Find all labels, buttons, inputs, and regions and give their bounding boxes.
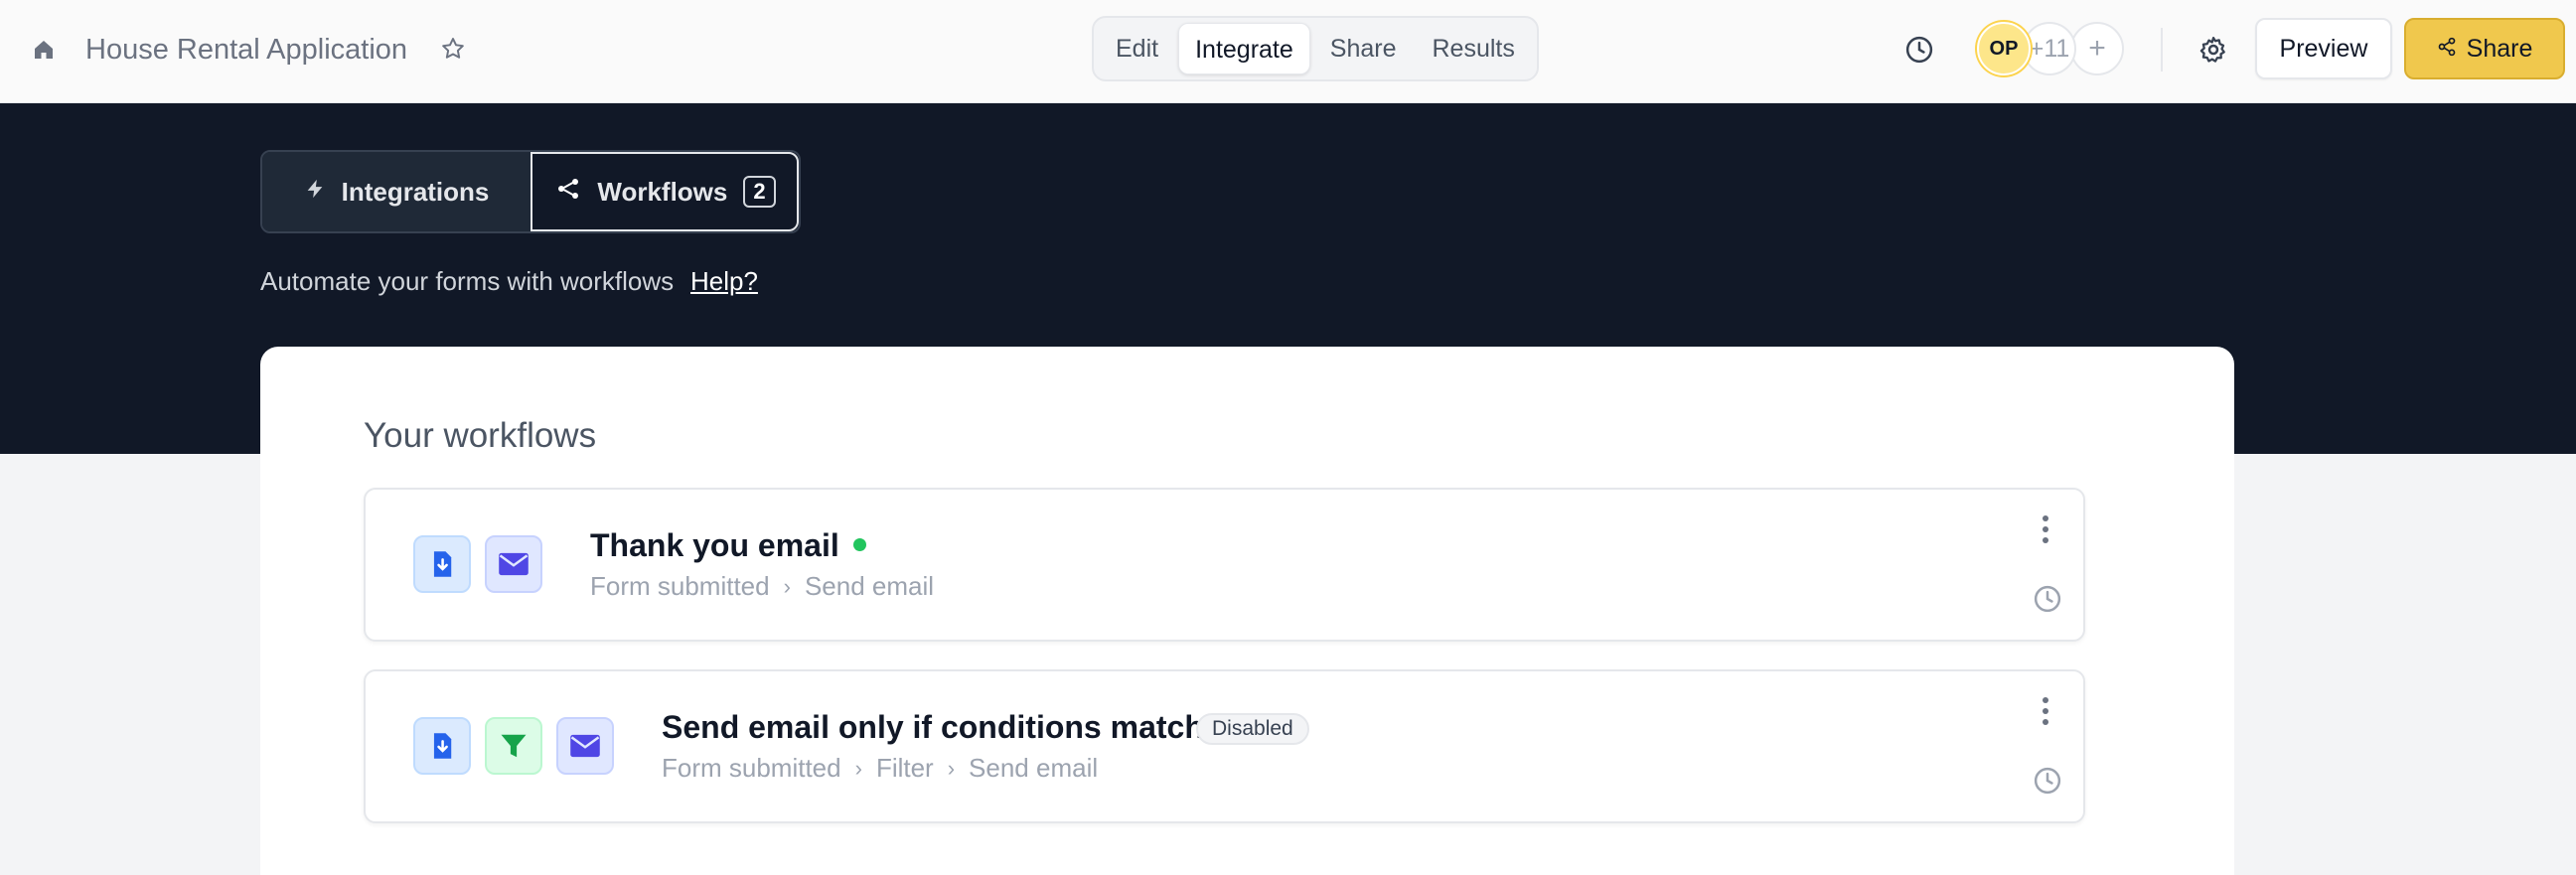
step-label: Send email [969,753,1099,783]
workflow-row[interactable]: Send email only if conditions match Disa… [364,669,2085,823]
envelope-icon [556,717,614,775]
tab-results[interactable]: Results [1417,23,1531,74]
integrations-workflows-toggle: Integrations Workflows 2 [260,150,801,233]
main-tabs: Edit Integrate Share Results [1092,16,1539,81]
hero-description: Automate your forms with workflows [260,266,675,296]
chevron-right-icon: › [783,573,791,599]
share-button[interactable]: Share [2404,18,2565,79]
workflow-name: Send email only if conditions match [662,709,1204,745]
share-button-label: Share [2466,34,2533,63]
avatar[interactable]: OP [1977,22,2031,75]
form-download-icon [413,535,471,593]
kebab-menu-icon[interactable] [2028,691,2063,731]
workflow-name: Thank you email [590,527,866,564]
kebab-menu-icon[interactable] [2028,510,2063,549]
bolt-icon [304,176,326,209]
workflows-title: Your workflows [364,416,597,455]
workflow-icon [555,177,581,208]
share-nodes-icon [2437,35,2457,64]
tab-share[interactable]: Share [1314,23,1413,74]
status-badge: Disabled [1196,713,1309,745]
tab-edit[interactable]: Edit [1100,23,1174,74]
workflow-path: Form submitted › Send email [590,571,934,602]
chevron-right-icon: › [947,755,956,781]
active-status-dot [852,538,866,552]
star-icon[interactable] [435,31,471,67]
history-icon[interactable] [1899,30,1939,70]
workflow-name-text: Thank you email [590,527,839,563]
segment-integrations[interactable]: Integrations [262,152,530,231]
step-label: Filter [875,753,934,783]
workflows-card: Your workflows Thank you email Form subm… [260,347,2234,875]
segment-integrations-label: Integrations [341,176,490,207]
step-label: Form submitted [590,571,770,601]
gear-icon[interactable] [2194,30,2233,70]
segment-workflows[interactable]: Workflows 2 [530,152,799,231]
step-label: Form submitted [662,753,841,783]
preview-button[interactable]: Preview [2255,18,2392,79]
step-label: Send email [804,571,935,601]
form-title[interactable]: House Rental Application [85,30,407,70]
workflows-count-badge: 2 [743,176,776,208]
form-download-icon [413,717,471,775]
top-bar: House Rental Application Edit Integrate … [0,0,2576,103]
segment-workflows-label: Workflows [597,176,728,207]
chevron-right-icon: › [854,755,862,781]
filter-icon [485,717,542,775]
clock-icon[interactable] [2028,579,2067,619]
add-collaborator-button[interactable]: + [2070,22,2124,75]
clock-icon[interactable] [2028,761,2067,801]
tab-integrate[interactable]: Integrate [1178,23,1310,74]
more-collaborators-badge[interactable]: +11 [2023,22,2076,75]
workflow-path: Form submitted › Filter › Send email [662,753,1098,784]
envelope-icon [485,535,542,593]
workflow-row[interactable]: Thank you email Form submitted › Send em… [364,488,2085,642]
divider [2161,28,2163,72]
home-icon[interactable] [28,34,60,66]
help-link[interactable]: Help? [690,266,758,297]
